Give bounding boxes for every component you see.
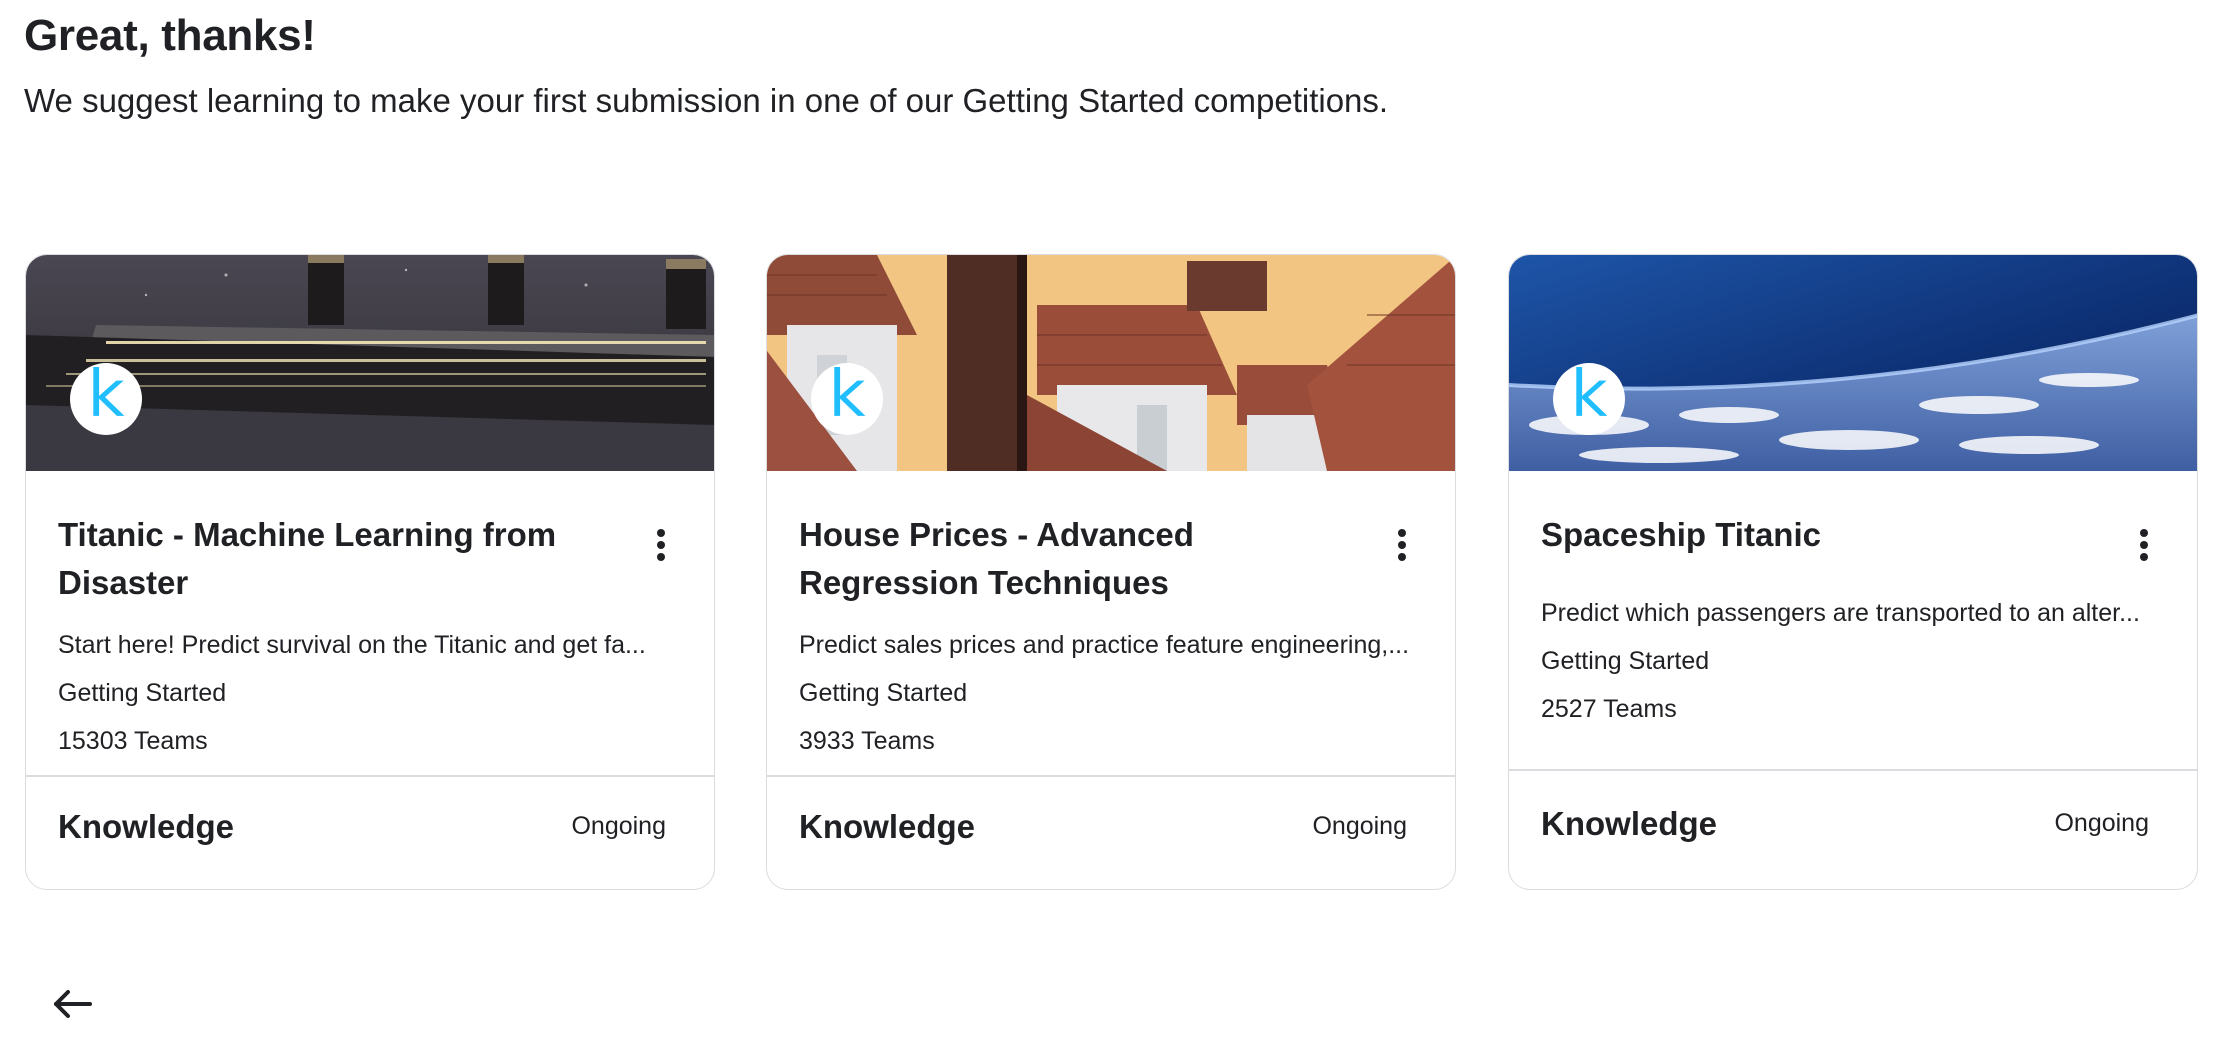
card-description: Start here! Predict survival on the Tita… <box>58 631 646 659</box>
kaggle-k-icon: k <box>828 358 866 432</box>
card-footer-category: Knowledge <box>799 807 976 845</box>
card-status: Ongoing <box>1312 812 1407 840</box>
card-description: Predict sales prices and practice featur… <box>799 631 1410 659</box>
card-status: Ongoing <box>571 812 666 840</box>
back-button[interactable] <box>50 986 94 1022</box>
page-title: Great, thanks! <box>24 11 316 60</box>
house-roofs-image <box>767 255 1455 471</box>
menu-dot <box>2140 553 2148 561</box>
competition-card-house-prices[interactable]: k House Prices - Advanced Regression Tec… <box>766 254 1456 890</box>
menu-dot <box>1398 541 1406 549</box>
page: Great, thanks! We suggest learning to ma… <box>0 0 2214 1054</box>
card-body: Spaceship Titanic Predict which passenge… <box>1509 471 2197 769</box>
kaggle-logo: k <box>1553 363 1625 435</box>
card-teams-count: 15303 Teams <box>58 727 208 755</box>
menu-dot <box>657 553 665 561</box>
more-options-button[interactable] <box>646 523 676 567</box>
card-description: Predict which passengers are transported… <box>1541 599 2140 627</box>
card-title[interactable]: Titanic - Machine Learning from Disaster <box>58 511 618 607</box>
kaggle-k-icon: k <box>1570 358 1608 432</box>
card-body: Titanic - Machine Learning from Disaster… <box>26 471 714 775</box>
card-status: Ongoing <box>2054 809 2149 837</box>
more-vertical-icon <box>1398 529 1406 537</box>
card-footer: Knowledge Ongoing <box>767 777 1455 877</box>
earth-from-space-image <box>1509 255 2197 471</box>
card-title[interactable]: House Prices - Advanced Regression Techn… <box>799 511 1359 607</box>
kaggle-logo: k <box>70 363 142 435</box>
card-category: Getting Started <box>58 679 227 707</box>
card-title[interactable]: Spaceship Titanic <box>1541 511 2101 559</box>
arrow-left-icon <box>54 990 92 1018</box>
card-footer-category: Knowledge <box>58 807 235 845</box>
menu-dot <box>657 541 665 549</box>
titanic-ship-image <box>26 255 714 471</box>
more-vertical-icon <box>2140 529 2148 537</box>
card-banner-image: k <box>26 255 714 471</box>
card-category: Getting Started <box>799 679 968 707</box>
kaggle-k-icon: k <box>87 358 125 432</box>
more-options-button[interactable] <box>2129 523 2159 567</box>
card-category: Getting Started <box>1541 647 1710 675</box>
card-footer-category: Knowledge <box>1541 804 1718 842</box>
more-vertical-icon <box>657 529 665 537</box>
competition-card-spaceship-titanic[interactable]: k Spaceship Titanic Predict which passen… <box>1508 254 2198 890</box>
kaggle-logo: k <box>811 363 883 435</box>
menu-dot <box>2140 541 2148 549</box>
card-footer: Knowledge Ongoing <box>1509 771 2197 877</box>
page-subtitle: We suggest learning to make your first s… <box>24 82 1389 119</box>
menu-dot <box>1398 553 1406 561</box>
card-body: House Prices - Advanced Regression Techn… <box>767 471 1455 775</box>
card-teams-count: 2527 Teams <box>1541 695 1677 723</box>
card-banner-image: k <box>1509 255 2197 471</box>
competition-card-titanic[interactable]: k Titanic - Machine Learning from Disast… <box>25 254 715 890</box>
card-banner-image: k <box>767 255 1455 471</box>
more-options-button[interactable] <box>1387 523 1417 567</box>
card-footer: Knowledge Ongoing <box>26 777 714 877</box>
card-teams-count: 3933 Teams <box>799 727 935 755</box>
